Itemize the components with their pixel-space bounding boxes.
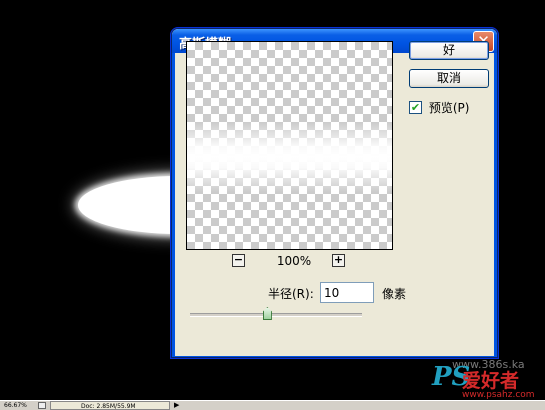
ok-button[interactable]: 好	[409, 41, 489, 60]
checkmark-icon: ✔	[410, 101, 421, 114]
status-bar: 66.67% Doc: 2.85M/55.9M ▶	[0, 400, 545, 410]
status-info-icon[interactable]	[38, 402, 46, 409]
zoom-out-button[interactable]: −	[232, 254, 245, 267]
status-menu-arrow-icon[interactable]: ▶	[174, 401, 179, 410]
status-doc-size: Doc: 2.85M/55.9M	[50, 401, 170, 410]
minus-icon: −	[233, 253, 244, 266]
radius-label: 半径(R):	[268, 287, 314, 301]
preview-zoom-controls: − 100% +	[186, 253, 393, 269]
watermark-url: www.psahz.com	[462, 390, 535, 400]
preview-checkbox-label: 预览(P)	[428, 101, 470, 115]
radius-slider-track[interactable]	[190, 313, 362, 317]
blur-preview-pane[interactable]	[186, 41, 393, 250]
watermark-text: 爱好者	[462, 370, 520, 392]
preview-checkbox[interactable]: ✔	[409, 101, 422, 114]
zoom-in-button[interactable]: +	[332, 254, 345, 267]
cancel-button[interactable]: 取消	[409, 69, 489, 88]
gaussian-blur-dialog: 高斯模糊 ✕ − 100% + 好 取消 ✔ 预览(P) 半径(R): 像素	[171, 28, 498, 358]
status-zoom[interactable]: 66.67%	[4, 401, 27, 410]
zoom-level: 100%	[276, 254, 312, 268]
preview-checkbox-row[interactable]: ✔ 预览(P)	[409, 99, 469, 115]
blurred-preview-content	[187, 122, 392, 192]
radius-unit-label: 像素	[382, 287, 407, 301]
plus-icon: +	[333, 253, 344, 266]
radius-input[interactable]	[320, 282, 374, 303]
